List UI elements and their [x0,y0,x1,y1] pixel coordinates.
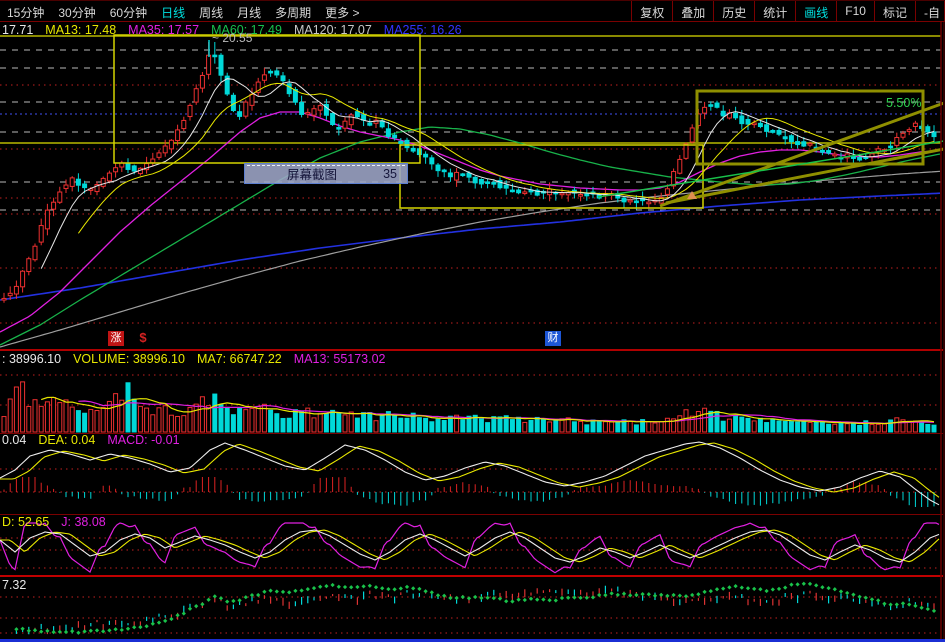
toolbar-button-0[interactable]: 复权 [631,1,672,21]
chart-canvas [0,0,945,642]
chart-badge-0[interactable]: 涨 [108,331,124,346]
grid-lines [0,35,941,324]
period-tabs: 15分钟 30分钟 60分钟 日线 周线 月线 多周期 更多 > [0,1,359,21]
custom-value: 7.32 [2,578,27,592]
volume-value: : 38996.10 [2,352,62,366]
dif-value: 0.04 [2,433,27,447]
toolbar-button-5[interactable]: F10 [836,1,874,21]
toolbar: 15分钟 30分钟 60分钟 日线 周线 月线 多周期 更多 > 复权 叠加 历史 统计 画线 F10 标… [0,0,945,22]
period-tab-6[interactable]: 多周期 [275,4,311,21]
ma35-label: MA35: 17.57 [128,23,200,37]
volume-pane [0,374,941,433]
volume-ma13-label: MA13: 55173.02 [293,352,386,366]
percent-gain-label[interactable]: 5.50% [886,96,921,110]
period-tab-1[interactable]: 30分钟 [58,4,95,21]
toolbar-button-3[interactable]: 统计 [754,1,795,21]
price-value: 17.71 [2,23,34,37]
period-tab-3[interactable]: 日线 [161,4,185,21]
period-tab-2[interactable]: 60分钟 [110,4,147,21]
kdj-d-label: D: 52.65 [2,515,50,529]
peak-value: 20.55 [222,31,253,45]
screenshot-tooltip[interactable]: 屏幕截图 35 [244,163,408,184]
dea-label: DEA: 0.04 [38,433,96,447]
macd-indicator-row: 0.04 DEA: 0.04 MACD: -0.01 [2,433,180,447]
custom-dots-pane [0,581,941,635]
volume-label: VOLUME: 38996.10 [73,352,185,366]
ma13-label: MA13: 17.48 [45,23,117,37]
macd-label: MACD: -0.01 [107,433,180,447]
chart-badge-1[interactable]: $ [135,330,151,345]
fast-ma-lines [40,78,935,269]
kdj-pane [0,522,941,574]
ma255-label: MA255: 16.26 [383,23,462,37]
toolbar-button-1[interactable]: 叠加 [672,1,713,21]
tooltip-label: 屏幕截图 [287,168,338,182]
period-tab-4[interactable]: 周线 [199,4,223,21]
period-tab-0[interactable]: 15分钟 [7,4,44,21]
volume-ma7-label: MA7: 66747.22 [196,352,282,366]
period-tab-5[interactable]: 月线 [237,4,261,21]
toolbar-buttons: 复权 叠加 历史 统计 画线 F10 标记 -自 [631,1,945,21]
chart-badge-2[interactable]: 财 [545,331,561,346]
custom-indicator-row: 7.32 [2,578,26,592]
peak-prefix: ~ [212,31,220,45]
kdj-indicator-row: D: 52.65 J: 38.08 [2,515,106,529]
tooltip-dashed-line [247,165,405,166]
stock-app-window: { "toolbar": { "periods": [ {"label": "1… [0,0,945,642]
toolbar-button-4[interactable]: 画线 [795,1,836,21]
macd-pane [0,441,941,507]
kdj-j-label: J: 38.08 [61,515,106,529]
ma-lines [0,111,941,348]
toolbar-button-2[interactable]: 历史 [713,1,754,21]
volume-indicator-row: : 38996.10 VOLUME: 38996.10 MA7: 66747.2… [2,352,386,366]
ma120-label: MA120: 17.07 [293,23,372,37]
toolbar-button-7[interactable]: -自 [915,1,945,21]
tooltip-value: 35 [383,166,397,181]
period-tab-7[interactable]: 更多 > [325,4,359,21]
peak-price-label: ~ 20.55 [212,31,252,45]
toolbar-button-6[interactable]: 标记 [873,1,915,21]
